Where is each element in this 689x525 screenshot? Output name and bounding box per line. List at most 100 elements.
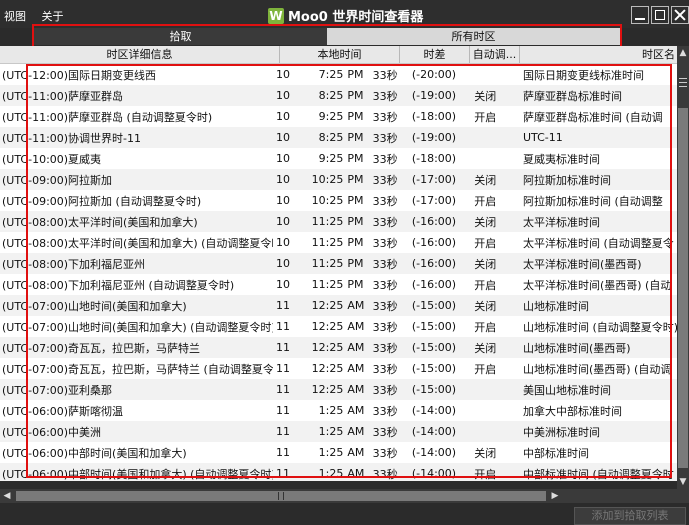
title-bar: 视图 关于 W Moo0 世界时间查看器 [0, 0, 689, 28]
cell-name: (UTC-06:00)萨斯喀彻温 [2, 404, 124, 418]
cell-sec: 33秒 [372, 467, 398, 481]
table-row[interactable]: (UTC-09:00)阿拉斯加 10 10:25 PM 33秒 (-17:00) 关闭 阿拉斯… [0, 169, 677, 190]
cell-time: 9:25 [318, 110, 344, 123]
cell-offset: (-19:00) [411, 131, 457, 144]
menu-view[interactable]: 视图 [4, 10, 26, 23]
scroll-right-icon[interactable]: ▶ [548, 489, 562, 503]
timezone-list[interactable]: (UTC-12:00)国际日期变更线西 10 7:25 PM 33秒 (-20:00) 国际… [0, 64, 677, 481]
cell-std: 山地标准时间 (自动调整夏令时) [522, 320, 677, 334]
cell-day: 10 [276, 194, 291, 207]
cell-time: 11:25 [311, 236, 344, 249]
cell-name: (UTC-07:00)山地时间(美国和加拿大) [2, 299, 187, 313]
table-row[interactable]: (UTC-07:00)山地时间(美国和加拿大) (自动调整夏令时) 11 12:25… [0, 316, 677, 337]
cell-time: 9:25 [318, 152, 344, 165]
table-row[interactable]: (UTC-06:00)中部时间(美国和加拿大) (自动调整夏令时) 11 1:25 A… [0, 463, 677, 481]
cell-sec: 33秒 [372, 173, 398, 187]
cell-day: 10 [276, 236, 291, 249]
table-row[interactable]: (UTC-07:00)奇瓦瓦，拉巴斯，马萨特兰 (自动调整夏令时 11 12:25 A… [0, 358, 677, 379]
cell-offset: (-18:00) [411, 152, 457, 165]
cell-sec: 33秒 [372, 446, 398, 460]
cell-name: (UTC-07:00)山地时间(美国和加拿大) (自动调整夏令时) [2, 320, 274, 334]
minimize-icon[interactable] [631, 6, 649, 24]
cell-day: 10 [276, 257, 291, 270]
cell-name: (UTC-12:00)国际日期变更线西 [2, 68, 157, 82]
cell-sec: 33秒 [372, 152, 398, 166]
cell-time: 12:25 [311, 320, 344, 333]
close-icon[interactable] [671, 6, 689, 24]
column-local-time[interactable]: 本地时间 [280, 46, 400, 63]
app-title-text: Moo0 世界时间查看器 [288, 10, 424, 25]
vertical-scroll-thumb[interactable] [678, 108, 688, 468]
cell-offset: (-15:00) [411, 383, 457, 396]
table-row[interactable]: (UTC-07:00)奇瓦瓦，拉巴斯，马萨特兰 11 12:25 AM 33秒 (-15:… [0, 337, 677, 358]
cell-name: (UTC-11:00)萨摩亚群岛 [2, 89, 124, 103]
vertical-scrollbar[interactable]: ▲ ▼ [677, 46, 689, 489]
cell-offset: (-16:00) [411, 215, 457, 228]
table-row[interactable]: (UTC-11:00)协调世界时-11 10 8:25 PM 33秒 (-19:00) UT… [0, 127, 677, 148]
horizontal-scrollbar[interactable]: ◀ ▶ [0, 489, 689, 503]
cell-std: 加拿大中部标准时间 [522, 404, 622, 418]
cell-day: 11 [276, 383, 291, 396]
table-row[interactable]: (UTC-08:00)太平洋时间(美国和加拿大) 10 11:25 PM 33秒 (-16… [0, 211, 677, 232]
cell-std: 夏威夷标准时间 [522, 152, 600, 166]
maximize-icon[interactable] [651, 6, 669, 24]
cell-ampm: AM [347, 425, 365, 438]
cell-dst: 关闭 [474, 341, 497, 355]
column-dst[interactable]: 自动调... [470, 46, 520, 63]
cell-name: (UTC-06:00)中部时间(美国和加拿大) (自动调整夏令时) [2, 467, 274, 481]
scroll-down-icon[interactable]: ▼ [677, 475, 689, 489]
add-to-pick-list-button[interactable]: 添加到拾取列表 [574, 507, 686, 525]
menu-about[interactable]: 关于 [42, 10, 64, 23]
cell-time: 1:25 [318, 446, 344, 459]
cell-time: 10:25 [311, 173, 344, 186]
cell-day: 10 [276, 173, 291, 186]
cell-name: (UTC-07:00)亚利桑那 [2, 383, 113, 397]
cell-std: 萨摩亚群岛标准时间 [522, 89, 622, 103]
scroll-up-icon[interactable]: ▲ [677, 46, 689, 60]
cell-offset: (-15:00) [411, 341, 457, 354]
column-std-name[interactable]: 时区名 [520, 46, 677, 63]
cell-time: 8:25 [318, 89, 344, 102]
tab-pick[interactable]: 拾取 [34, 28, 327, 45]
app-logo-icon: W [268, 7, 284, 24]
cell-sec: 33秒 [372, 341, 398, 355]
column-name[interactable]: 时区详细信息 [0, 46, 280, 63]
cell-ampm: PM [347, 110, 364, 123]
cell-sec: 33秒 [372, 278, 398, 292]
cell-ampm: AM [347, 341, 365, 354]
cell-std: 阿拉斯加标准时间 [522, 173, 611, 187]
table-row[interactable]: (UTC-09:00)阿拉斯加 (自动调整夏令时) 10 10:25 PM 33秒 (-1… [0, 190, 677, 211]
cell-std: 中部标准时间 [522, 446, 589, 460]
table-row[interactable]: (UTC-10:00)夏威夷 10 9:25 PM 33秒 (-18:00) 夏威夷标准时间 [0, 148, 677, 169]
table-row[interactable]: (UTC-06:00)萨斯喀彻温 11 1:25 AM 33秒 (-14:00) 加拿大中部… [0, 400, 677, 421]
table-row[interactable]: (UTC-08:00)太平洋时间(美国和加拿大) (自动调整夏令时 10 11:25… [0, 232, 677, 253]
table-row[interactable]: (UTC-06:00)中美洲 11 1:25 AM 33秒 (-14:00) 中美洲标准时间 [0, 421, 677, 442]
cell-ampm: PM [347, 278, 364, 291]
cell-ampm: PM [347, 257, 364, 270]
cell-time: 12:25 [311, 299, 344, 312]
scroll-left-icon[interactable]: ◀ [0, 489, 14, 503]
table-row[interactable]: (UTC-12:00)国际日期变更线西 10 7:25 PM 33秒 (-20:00) 国际… [0, 64, 677, 85]
table-row[interactable]: (UTC-08:00)下加利福尼亚州 10 11:25 PM 33秒 (-16:00) 关闭… [0, 253, 677, 274]
cell-ampm: AM [347, 362, 365, 375]
column-header: 时区详细信息 本地时间 时差 自动调... 时区名 [0, 46, 677, 64]
cell-day: 11 [276, 362, 291, 375]
cell-offset: (-14:00) [411, 404, 457, 417]
cell-dst: 开启 [474, 110, 497, 124]
cell-offset: (-19:00) [411, 89, 457, 102]
cell-std: 太平洋标准时间 [522, 215, 600, 229]
cell-day: 10 [276, 131, 291, 144]
cell-name: (UTC-07:00)奇瓦瓦，拉巴斯，马萨特兰 (自动调整夏令时 [2, 362, 274, 376]
cell-sec: 33秒 [372, 257, 398, 271]
table-row[interactable]: (UTC-08:00)下加利福尼亚州 (自动调整夏令时) 10 11:25 PM 33秒… [0, 274, 677, 295]
table-row[interactable]: (UTC-11:00)萨摩亚群岛 10 8:25 PM 33秒 (-19:00) 关闭 萨摩亚… [0, 85, 677, 106]
cell-offset: (-16:00) [411, 278, 457, 291]
table-row[interactable]: (UTC-07:00)山地时间(美国和加拿大) 11 12:25 AM 33秒 (-15:… [0, 295, 677, 316]
table-row[interactable]: (UTC-11:00)萨摩亚群岛 (自动调整夏令时) 10 9:25 PM 33秒 (-1… [0, 106, 677, 127]
cell-dst: 开启 [474, 467, 497, 481]
column-offset[interactable]: 时差 [400, 46, 470, 63]
cell-name: (UTC-08:00)下加利福尼亚州 (自动调整夏令时) [2, 278, 235, 292]
table-row[interactable]: (UTC-07:00)亚利桑那 11 12:25 AM 33秒 (-15:00) 美国山地标… [0, 379, 677, 400]
tab-all-timezones[interactable]: 所有时区 [327, 28, 620, 45]
table-row[interactable]: (UTC-06:00)中部时间(美国和加拿大) 11 1:25 AM 33秒 (-14:0… [0, 442, 677, 463]
